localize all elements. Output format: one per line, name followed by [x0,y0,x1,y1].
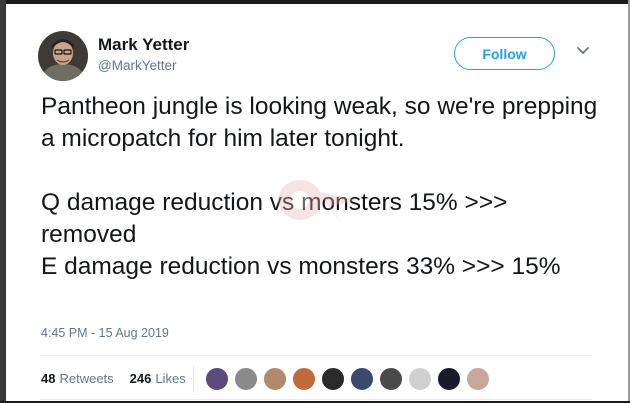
retweets-count: 48 [41,371,56,386]
tweet-line: Pantheon jungle is looking weak, so we'r… [41,93,598,152]
likers-avatar-list [205,367,495,391]
liker-avatar-1[interactable] [205,367,229,391]
liker-avatar-6[interactable] [350,367,374,391]
stats-divider [193,365,194,393]
liker-avatar-9[interactable] [437,367,461,391]
retweets-stat[interactable]: 48 Retweets [41,371,114,386]
profile-photo-icon [38,31,88,81]
watermark-logo-icon [278,180,358,222]
profile-avatar[interactable] [38,31,88,81]
liker-avatar-5[interactable] [321,367,345,391]
likes-label: Likes [155,371,186,386]
window-left-border [0,0,6,403]
user-handle[interactable]: @MarkYetter [98,58,176,73]
liker-avatar-4[interactable] [292,367,316,391]
liker-avatar-7[interactable] [379,367,403,391]
divider [40,355,592,356]
liker-avatar-2[interactable] [234,367,258,391]
follow-button[interactable]: Follow [454,37,555,70]
liker-avatar-3[interactable] [263,367,287,391]
retweets-label: Retweets [59,371,114,386]
liker-avatar-8[interactable] [408,367,432,391]
divider [40,399,592,400]
likes-stat[interactable]: 246 Likes [130,371,186,386]
window-top-border [0,0,630,4]
tweet-timestamp[interactable]: 4:45 PM - 15 Aug 2019 [41,326,169,340]
liker-avatar-10[interactable] [466,367,490,391]
tweet-line: E damage reduction vs monsters 33% >>> 1… [41,253,561,280]
engagement-stats: 48 Retweets 246 Likes [41,371,186,386]
chevron-down-icon[interactable] [576,46,590,56]
likes-count: 246 [129,371,152,386]
user-display-name[interactable]: Mark Yetter [98,35,189,55]
